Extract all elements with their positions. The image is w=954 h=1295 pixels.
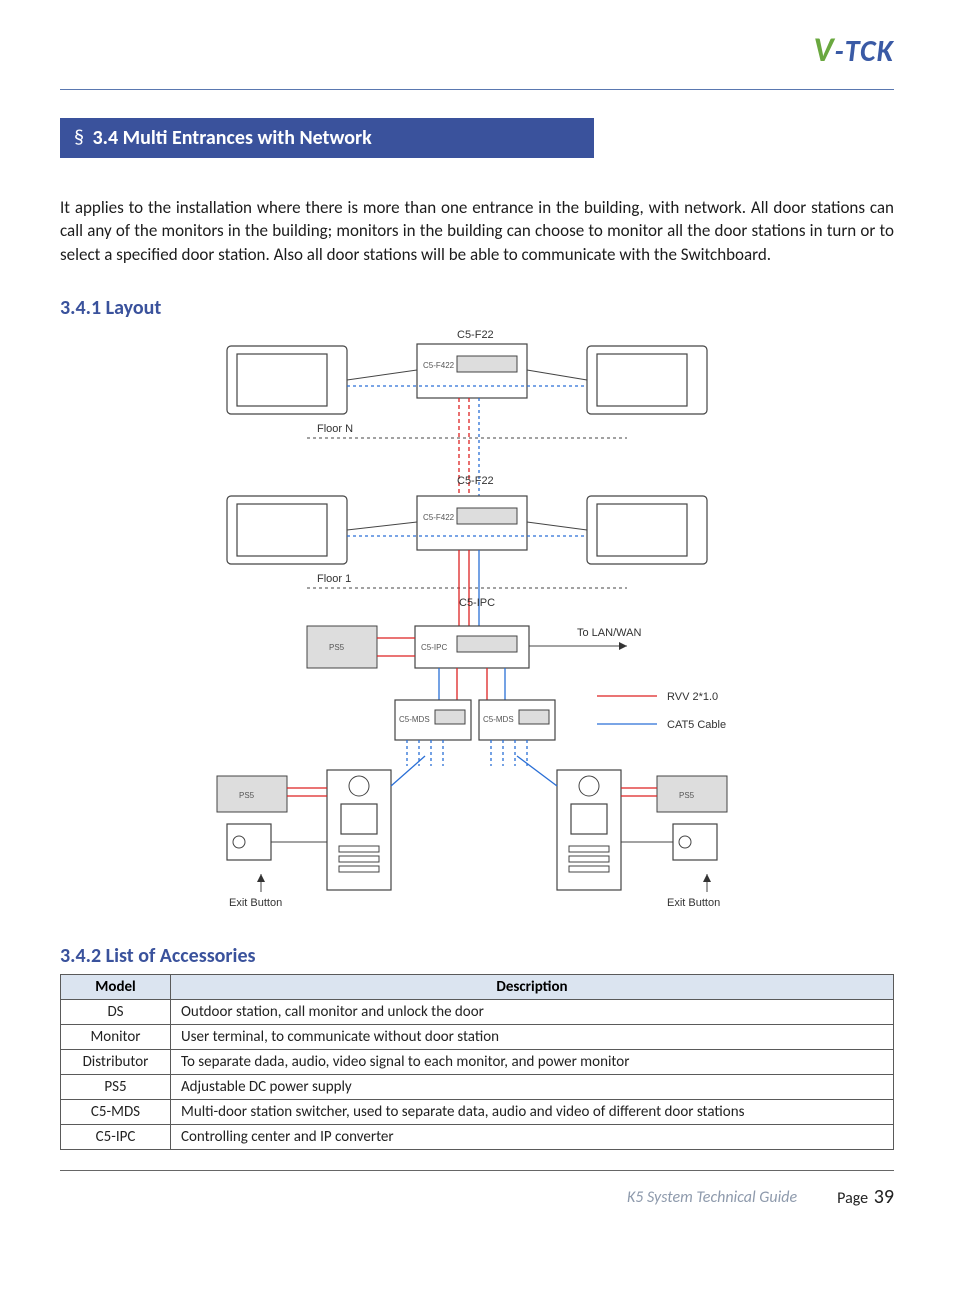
- diag-ipc-small: C5-IPC: [421, 643, 447, 652]
- diag-mds-right: C5-MDS: [483, 715, 514, 724]
- footer-rule: [60, 1170, 894, 1171]
- footer-guide: K5 System Technical Guide: [627, 1188, 797, 1207]
- th-model: Model: [61, 975, 171, 1000]
- table-row: DistributorTo separate dada, audio, vide…: [61, 1050, 894, 1075]
- diag-exit-left: Exit Button: [229, 897, 282, 909]
- diag-ipc-label: C5-IPC: [459, 597, 495, 609]
- table-row: C5-MDSMulti-door station switcher, used …: [61, 1100, 894, 1125]
- table-row: MonitorUser terminal, to communicate wit…: [61, 1025, 894, 1050]
- intro-paragraph: It applies to the installation where the…: [60, 196, 894, 266]
- diag-floor-n: Floor N: [317, 423, 353, 435]
- diag-exit-right: Exit Button: [667, 897, 720, 909]
- top-rule: [60, 89, 894, 90]
- page-footer: K5 System Technical Guide Page 39: [60, 1185, 894, 1209]
- diag-ps5-right: PS5: [679, 791, 695, 800]
- accessories-table: Model Description DSOutdoor station, cal…: [60, 974, 894, 1150]
- diag-mds-left: C5-MDS: [399, 715, 430, 724]
- section-symbol: §: [74, 126, 84, 150]
- diag-f422-top: C5-F422: [423, 361, 455, 370]
- subhead-layout: 3.4.1 Layout: [60, 296, 894, 320]
- subhead-accessories: 3.4.2 List of Accessories: [60, 944, 894, 968]
- section-heading: § 3.4 Multi Entrances with Network: [60, 118, 594, 158]
- logo-v: V: [813, 30, 834, 71]
- logo-rest: -TCK: [834, 33, 894, 70]
- diag-top-label: C5-F22: [457, 329, 494, 341]
- diag-ps5-ipc: PS5: [329, 643, 345, 652]
- diag-f422-mid: C5-F422: [423, 513, 455, 522]
- diag-lan: To LAN/WAN: [577, 627, 641, 639]
- diag-floor-1: Floor 1: [317, 573, 351, 585]
- footer-page: Page 39: [837, 1185, 894, 1209]
- diag-legend-blue: CAT5 Cable: [667, 719, 726, 731]
- section-title: 3.4 Multi Entrances with Network: [93, 126, 372, 150]
- th-desc: Description: [171, 975, 894, 1000]
- table-row: C5-IPCControlling center and IP converte…: [61, 1125, 894, 1150]
- wiring-diagram-svg: .bx{fill:#fff;stroke:#444;stroke-width:1…: [157, 326, 797, 926]
- table-header-row: Model Description: [61, 975, 894, 1000]
- diag-ps5-left: PS5: [239, 791, 255, 800]
- table-row: DSOutdoor station, call monitor and unlo…: [61, 1000, 894, 1025]
- diag-legend-red: RVV 2*1.0: [667, 691, 718, 703]
- brand-logo: V-TCK: [60, 30, 894, 71]
- layout-diagram: .bx{fill:#fff;stroke:#444;stroke-width:1…: [60, 326, 894, 926]
- diag-mid-label: C5-F22: [457, 475, 494, 487]
- table-row: PS5Adjustable DC power supply: [61, 1075, 894, 1100]
